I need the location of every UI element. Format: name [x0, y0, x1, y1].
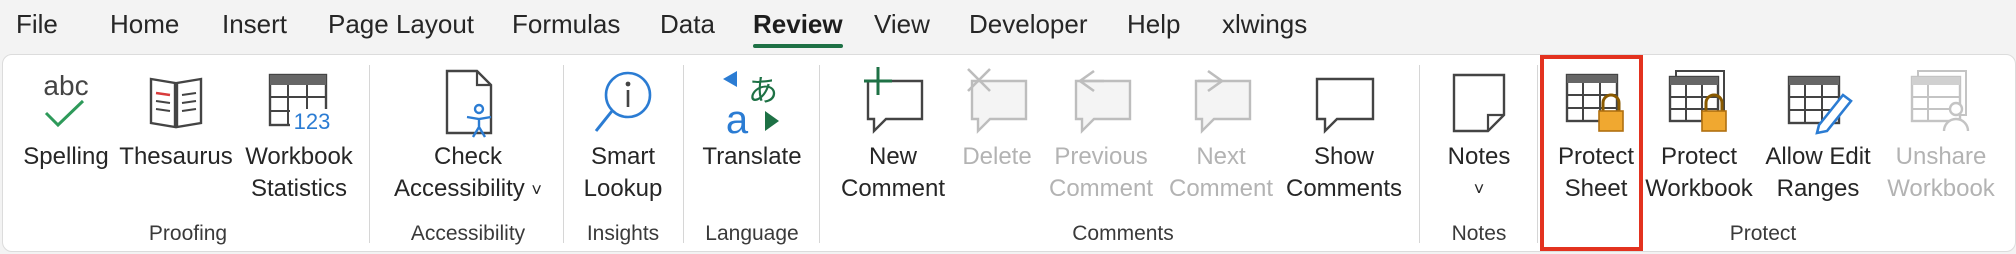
comments-group-label: Comments	[1072, 222, 1174, 245]
check-accessibility-button[interactable]: Check Accessibility ˅	[383, 61, 553, 211]
accessibility-document-icon	[445, 69, 493, 138]
workbook-statistics-button[interactable]: 123 Workbook Statistics	[237, 61, 361, 211]
delete-comment-icon	[967, 68, 1028, 134]
tab-help[interactable]: Help	[1127, 8, 1180, 40]
previous-comment-button[interactable]: Previous Comment	[1041, 61, 1161, 211]
tab-developer[interactable]: Developer	[969, 8, 1088, 40]
unshare-workbook-button[interactable]: Unshare Workbook	[1883, 61, 1999, 211]
note-icon	[1452, 73, 1506, 133]
svg-text:a: a	[726, 98, 749, 139]
new-comment-button[interactable]: New Comment	[833, 61, 953, 211]
tab-home[interactable]: Home	[110, 8, 179, 40]
tab-formulas[interactable]: Formulas	[512, 8, 620, 40]
tab-data[interactable]: Data	[660, 8, 715, 40]
insights-group-label: Insights	[586, 222, 660, 245]
sheet-lock-icon	[1565, 73, 1624, 132]
magnifier-info-icon	[594, 71, 652, 132]
group-separator	[819, 65, 820, 243]
chevron-down-icon: ˅	[1473, 179, 1485, 199]
tab-insert[interactable]: Insert	[222, 8, 287, 40]
next-comment-button[interactable]: Next Comment	[1161, 61, 1281, 211]
notes-label: Notes ˅	[1431, 141, 1527, 205]
language-group-label: Language	[705, 222, 799, 245]
tab-file[interactable]: File	[16, 8, 58, 40]
protect-group-label: Protect	[1729, 222, 1797, 245]
workbook-statistics-label: Workbook Statistics	[245, 143, 353, 202]
svg-text:あ: あ	[748, 74, 778, 109]
translate-icon: あ a	[723, 71, 779, 139]
svg-text:abc: abc	[43, 70, 88, 101]
thesaurus-button[interactable]: Thesaurus	[115, 61, 237, 211]
group-separator	[1537, 65, 1538, 243]
group-separator	[683, 65, 684, 243]
proofing-group-label: Proofing	[148, 222, 228, 245]
previous-comment-label: Previous Comment	[1048, 143, 1154, 202]
show-comments-button[interactable]: Show Comments	[1281, 61, 1407, 211]
delete-comment-label: Delete	[962, 143, 1032, 170]
group-separator	[1419, 65, 1420, 243]
show-comments-label: Show Comments	[1285, 143, 1403, 202]
tab-page-layout[interactable]: Page Layout	[328, 8, 474, 40]
notes-button[interactable]: Notes ˅	[1431, 61, 1527, 211]
group-separator	[369, 65, 370, 243]
new-comment-label: New Comment	[840, 143, 946, 202]
check-accessibility-label: Check Accessibility ˅	[394, 143, 542, 202]
smart-lookup-label: Smart Lookup	[583, 143, 663, 202]
accessibility-group-label: Accessibility	[410, 222, 526, 245]
protect-workbook-button[interactable]: Protect Workbook	[1645, 61, 1753, 211]
spelling-check-icon: abc	[43, 70, 89, 128]
allow-edit-ranges-button[interactable]: Allow Edit Ranges	[1753, 61, 1883, 211]
next-comment-icon	[1194, 69, 1252, 134]
svg-text:123: 123	[294, 109, 331, 134]
comment-bubble-icon	[1315, 77, 1375, 134]
protect-sheet-label: Protect Sheet	[1557, 143, 1635, 202]
thesaurus-label: Thesaurus	[119, 143, 233, 170]
protect-workbook-label: Protect Workbook	[1645, 143, 1753, 202]
new-comment-icon	[864, 67, 924, 134]
smart-lookup-button[interactable]: Smart Lookup	[573, 61, 673, 211]
ribbon-tab-bar: File Home Insert Page Layout Formulas Da…	[0, 0, 2016, 52]
previous-comment-icon	[1074, 69, 1132, 134]
notes-group-label: Notes	[1451, 222, 1507, 245]
spelling-label: Spelling	[23, 143, 109, 170]
chevron-down-icon: ˅	[531, 180, 542, 200]
grid-pencil-icon	[1787, 75, 1853, 135]
review-ribbon-panel: abc Spelling Thesaurus 123 Workbook Stat…	[2, 54, 2016, 252]
grid-stats-icon: 123	[268, 73, 334, 134]
translate-label: Translate	[702, 143, 802, 170]
tab-view[interactable]: View	[874, 8, 930, 40]
allow-edit-ranges-label: Allow Edit Ranges	[1765, 143, 1871, 202]
unshare-workbook-label: Unshare Workbook	[1887, 143, 1995, 202]
translate-button[interactable]: あ a Translate	[693, 61, 811, 211]
next-comment-label: Next Comment	[1168, 143, 1274, 202]
tab-review[interactable]: Review	[753, 8, 843, 48]
unshare-workbook-icon	[1910, 70, 1970, 132]
protect-sheet-button[interactable]: Protect Sheet	[1547, 61, 1645, 211]
delete-comment-button[interactable]: Delete	[953, 61, 1041, 211]
book-icon	[149, 77, 203, 129]
workbook-lock-icon	[1668, 70, 1727, 132]
tab-xlwings[interactable]: xlwings	[1222, 8, 1307, 40]
spelling-button[interactable]: abc Spelling	[17, 61, 115, 211]
group-separator	[563, 65, 564, 243]
